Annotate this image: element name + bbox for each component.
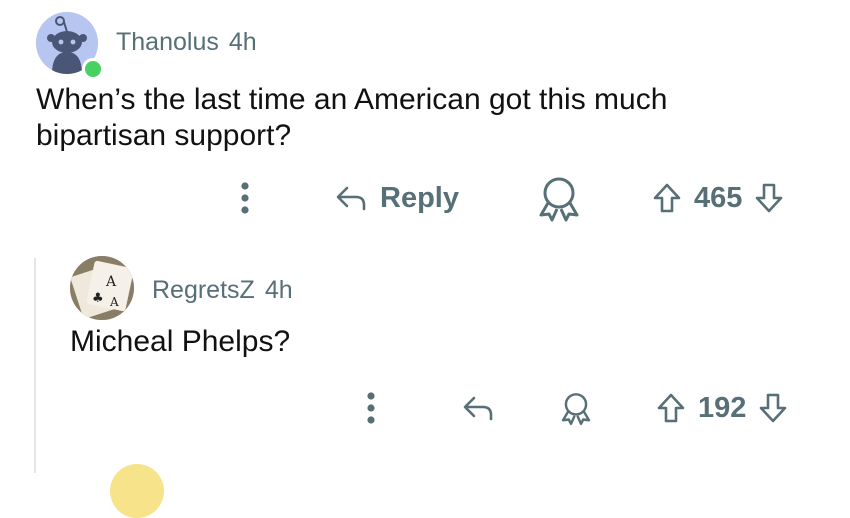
award-icon <box>561 393 591 426</box>
avatar[interactable] <box>110 464 164 518</box>
more-options-button[interactable] <box>230 178 260 218</box>
reply-button[interactable] <box>458 388 498 428</box>
comment-body-line: When’s the last time an American got thi… <box>36 83 668 116</box>
reply-arrow-icon <box>336 186 366 211</box>
svg-text:♣: ♣ <box>92 291 104 306</box>
vote-count: 192 <box>698 391 747 424</box>
comment-meta: Thanolus 4h <box>116 28 257 57</box>
vote-count: 465 <box>694 181 743 214</box>
avatar[interactable]: A ♣ A <box>70 256 134 320</box>
comment-body: Micheal Phelps? <box>70 325 291 358</box>
thread-line[interactable] <box>34 258 36 473</box>
award-button[interactable] <box>530 172 588 224</box>
more-vertical-icon <box>367 392 375 424</box>
more-vertical-icon <box>241 182 249 214</box>
username[interactable]: RegretsZ <box>152 276 255 304</box>
comment-meta: RegretsZ 4h <box>152 276 293 305</box>
more-options-button[interactable] <box>356 388 386 428</box>
vote-controls: 192 <box>656 388 788 428</box>
downvote-icon[interactable] <box>754 182 784 214</box>
upvote-icon[interactable] <box>652 182 682 214</box>
award-icon <box>539 177 579 222</box>
vote-controls: 465 <box>652 178 784 218</box>
comment-body: When’s the last time an American got thi… <box>36 82 816 154</box>
comment-body-line: bipartisan support? <box>36 119 292 152</box>
downvote-icon[interactable] <box>758 392 788 424</box>
upvote-icon[interactable] <box>656 392 686 424</box>
timestamp: 4h <box>264 276 293 304</box>
online-status-dot <box>82 58 104 80</box>
svg-text:A: A <box>105 274 117 290</box>
reply-arrow-icon <box>463 396 493 421</box>
award-button[interactable] <box>556 388 596 428</box>
reply-button[interactable]: Reply <box>334 178 459 218</box>
svg-text:A: A <box>109 295 119 309</box>
timestamp: 4h <box>228 28 257 56</box>
reply-label: Reply <box>380 181 459 214</box>
playing-cards-avatar-icon: A ♣ A <box>70 256 134 320</box>
username[interactable]: Thanolus <box>116 28 219 56</box>
